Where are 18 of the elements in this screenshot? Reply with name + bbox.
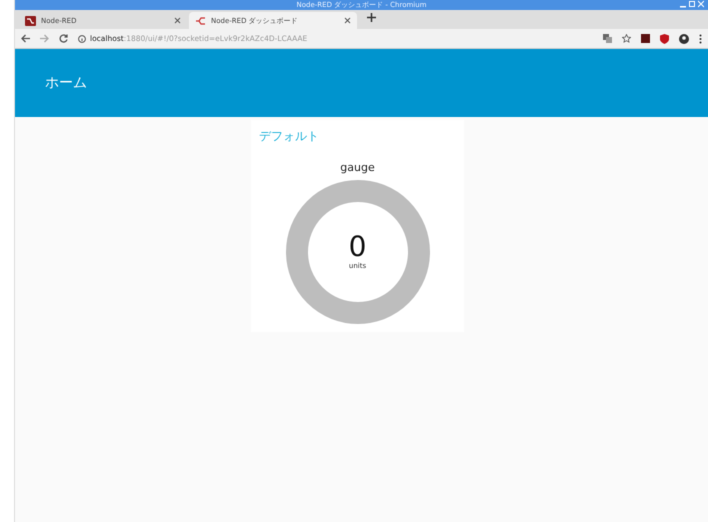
close-icon[interactable]	[174, 17, 181, 24]
group-title: デフォルト	[259, 128, 320, 145]
close-icon[interactable]	[344, 17, 351, 24]
flow-icon	[195, 16, 206, 26]
translate-icon[interactable]	[603, 34, 612, 43]
reload-icon[interactable]	[59, 34, 68, 43]
gauge-value: 0	[348, 232, 366, 262]
shield-icon[interactable]	[660, 34, 669, 44]
menu-icon[interactable]	[699, 34, 702, 44]
maximize-icon[interactable]	[689, 0, 695, 8]
header-title: ホーム	[45, 74, 87, 92]
app-logo-icon	[25, 16, 36, 26]
back-icon[interactable]	[21, 34, 30, 43]
new-tab-icon[interactable]	[367, 13, 376, 22]
info-icon[interactable]	[78, 34, 86, 42]
gauge-label: gauge	[339, 161, 376, 174]
account-icon[interactable]	[679, 34, 689, 44]
star-icon[interactable]	[622, 34, 631, 43]
